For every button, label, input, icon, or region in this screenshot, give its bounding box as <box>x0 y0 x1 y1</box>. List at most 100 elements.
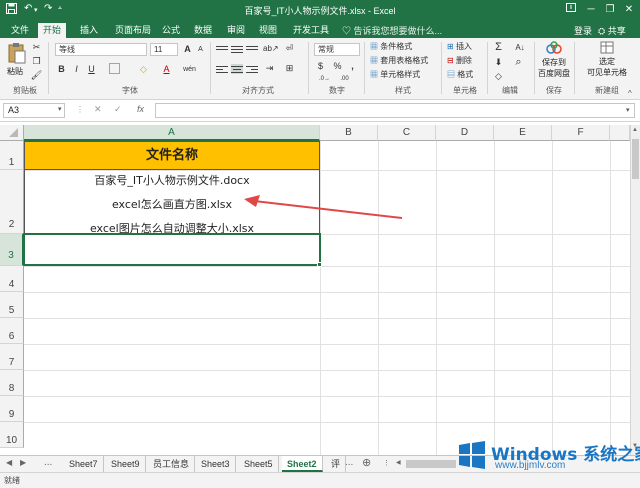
tab-view[interactable]: 视图 <box>254 23 282 38</box>
name-box-dropdown-icon[interactable]: ▾ <box>58 105 62 113</box>
tab-review[interactable]: 审阅 <box>222 23 250 38</box>
align-center-icon[interactable] <box>231 64 243 74</box>
tab-formulas[interactable]: 公式 <box>157 23 185 38</box>
merge-center-icon[interactable]: ⊞ <box>283 62 296 75</box>
shrink-font-icon[interactable]: A <box>194 43 207 56</box>
number-format-select[interactable]: 常规 <box>314 43 360 56</box>
autosum-icon[interactable]: Σ <box>492 41 505 54</box>
horizontal-scroll-thumb[interactable] <box>406 460 456 468</box>
scroll-up-icon[interactable]: ▲ <box>632 127 638 133</box>
insert-function-icon[interactable]: fx <box>137 104 144 114</box>
hscroll-left-icon[interactable]: ◀ <box>396 459 401 466</box>
fill-handle[interactable] <box>317 262 322 267</box>
column-header-a[interactable]: A <box>24 125 320 141</box>
copy-icon[interactable]: ❐ <box>30 55 43 68</box>
worksheet-grid[interactable]: A B C D E F 1 2 3 4 5 6 7 8 9 10 文件名称 百家… <box>0 125 640 455</box>
row-header-1[interactable]: 1 <box>0 141 24 170</box>
underline-button[interactable]: U <box>85 63 98 76</box>
orientation-icon[interactable]: ab↗ <box>263 42 279 55</box>
scroll-thumb[interactable] <box>632 139 639 179</box>
row-header-7[interactable]: 7 <box>0 344 24 370</box>
prev-sheet-icon[interactable]: ◀ <box>6 458 12 467</box>
bold-button[interactable]: B <box>55 63 68 76</box>
sort-filter-icon[interactable]: A↓ <box>512 41 528 54</box>
sheet-tab-sheet9[interactable]: Sheet9 <box>106 456 146 472</box>
fill-color-icon[interactable]: ◇ <box>137 63 150 76</box>
cell-styles-button[interactable]: ▦ 单元格样式 <box>370 69 420 80</box>
row-header-10[interactable]: 10 <box>0 422 24 448</box>
align-bottom-icon[interactable] <box>246 44 258 54</box>
find-select-icon[interactable]: ⌕ <box>512 56 525 69</box>
row-header-4[interactable]: 4 <box>0 266 24 292</box>
delete-cells-button[interactable]: ⊟ 删除 <box>447 55 472 66</box>
align-left-icon[interactable] <box>216 64 228 74</box>
column-header-b[interactable]: B <box>320 125 378 141</box>
expand-formula-bar-icon[interactable]: ▾ <box>626 106 630 114</box>
column-header-f[interactable]: F <box>552 125 610 141</box>
cell-a1[interactable]: 文件名称 <box>24 141 320 170</box>
column-header-d[interactable]: D <box>436 125 494 141</box>
tell-me-search[interactable]: ♡ 告诉我您想要做什么... <box>342 24 442 37</box>
sheet-tab-sheet3[interactable]: Sheet3 <box>196 456 236 472</box>
currency-icon[interactable]: $ <box>314 60 327 73</box>
align-right-icon[interactable] <box>246 64 258 74</box>
wrap-text-icon[interactable]: ⏎ <box>283 42 296 55</box>
format-as-table-button[interactable]: ▦ 套用表格格式 <box>370 55 428 66</box>
more-sheets-right-icon[interactable]: ... <box>345 457 353 468</box>
row-header-9[interactable]: 9 <box>0 396 24 422</box>
vertical-scrollbar[interactable]: ▲ ▼ <box>630 125 640 455</box>
borders-icon[interactable] <box>108 63 121 76</box>
split-handle-icon[interactable]: ⋮ <box>383 459 390 467</box>
sheet-tab-sheet5[interactable]: Sheet5 <box>239 456 279 472</box>
fill-icon[interactable]: ⬇ <box>492 56 505 69</box>
row-header-5[interactable]: 5 <box>0 292 24 318</box>
active-cell-a3[interactable] <box>23 233 321 266</box>
sign-in-link[interactable]: 登录 <box>574 24 592 37</box>
tab-file[interactable]: 文件 <box>6 23 34 38</box>
row-header-8[interactable]: 8 <box>0 370 24 396</box>
sheet-tab-sheet7[interactable]: Sheet7 <box>64 456 104 472</box>
row-header-2[interactable]: 2 <box>0 170 24 234</box>
tab-page-layout[interactable]: 页面布局 <box>110 23 156 38</box>
collapse-ribbon-icon[interactable]: ^ <box>628 89 632 98</box>
save-to-baidu-button[interactable]: 保存到 百度网盘 <box>537 41 571 83</box>
enter-icon[interactable]: ✓ <box>114 104 122 115</box>
row-header-3[interactable]: 3 <box>0 234 24 266</box>
insert-cells-button[interactable]: ⊞ 插入 <box>447 41 472 52</box>
align-top-icon[interactable] <box>216 44 228 54</box>
italic-button[interactable]: I <box>70 63 83 76</box>
paste-button[interactable]: 粘贴 <box>5 42 29 82</box>
phonetic-icon[interactable]: wén <box>183 63 196 76</box>
format-painter-icon[interactable]: 🖌 <box>30 69 43 82</box>
restore-icon[interactable]: ❐ <box>602 2 618 18</box>
formula-input[interactable] <box>155 103 635 118</box>
close-icon[interactable]: ✕ <box>621 2 637 18</box>
ribbon-options-icon[interactable] <box>563 2 579 18</box>
tab-data[interactable]: 数据 <box>189 23 217 38</box>
font-name-select[interactable]: 等线 <box>55 43 147 56</box>
cut-icon[interactable]: ✂ <box>30 41 43 54</box>
share-button[interactable]: ⛭ 共享 <box>598 24 626 37</box>
tab-insert[interactable]: 插入 <box>75 23 103 38</box>
align-middle-icon[interactable] <box>231 44 243 54</box>
column-header-e[interactable]: E <box>494 125 552 141</box>
conditional-format-button[interactable]: ▦ 条件格式 <box>370 41 412 52</box>
sheet-tab-sheet2[interactable]: Sheet2 <box>282 456 323 472</box>
next-sheet-icon[interactable]: ▶ <box>20 458 26 467</box>
minimize-icon[interactable]: ─ <box>583 2 599 18</box>
column-header-c[interactable]: C <box>378 125 436 141</box>
column-header-g[interactable] <box>610 125 630 141</box>
indent-icon[interactable]: ⇥ <box>263 62 276 75</box>
comma-icon[interactable]: , <box>346 60 359 73</box>
select-all-corner[interactable] <box>0 125 24 141</box>
add-sheet-icon[interactable]: ⊕ <box>362 456 371 469</box>
row-header-6[interactable]: 6 <box>0 318 24 344</box>
name-box[interactable]: A3 <box>3 103 65 118</box>
sheet-tab-employee-info[interactable]: 员工信息 <box>148 456 196 472</box>
sheet-tab-more[interactable]: 评 <box>326 456 347 472</box>
select-visible-cells-button[interactable]: 选定 可见单元格 <box>577 41 637 83</box>
percent-icon[interactable]: % <box>331 60 344 73</box>
font-color-icon[interactable]: A <box>160 63 173 76</box>
grow-font-icon[interactable]: A <box>181 43 194 56</box>
font-size-select[interactable]: 11 <box>150 43 178 56</box>
